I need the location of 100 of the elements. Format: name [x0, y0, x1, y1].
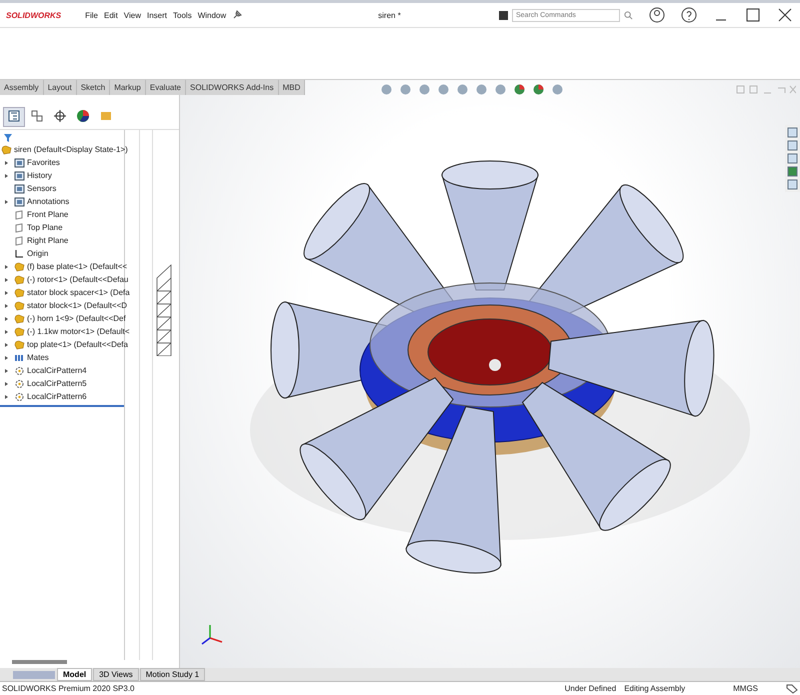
property-manager-icon — [30, 109, 44, 123]
tree-item[interactable]: Mates — [27, 353, 49, 362]
pattern-icon — [14, 366, 25, 376]
panel-tab[interactable] — [3, 107, 25, 127]
menu-item[interactable]: File — [85, 10, 98, 20]
command-icon — [499, 10, 508, 20]
tree-item[interactable]: Right Plane — [27, 236, 68, 245]
task-pane-icon[interactable] — [787, 179, 798, 190]
expand-arrow-icon[interactable] — [4, 276, 9, 282]
plane-icon — [14, 210, 25, 220]
filter-icon[interactable] — [3, 133, 15, 143]
tree-item[interactable]: Front Plane — [27, 210, 68, 219]
expand-arrow-icon[interactable] — [4, 368, 9, 374]
tree-item[interactable]: (-) horn 1<9> (Default<<Def — [27, 314, 126, 323]
view-tool-icon[interactable] — [513, 83, 526, 96]
command-tab[interactable]: Assembly — [0, 80, 44, 95]
plane-icon — [14, 236, 25, 246]
plane-icon — [14, 222, 25, 232]
view-tool-icon[interactable] — [532, 83, 545, 96]
status-text: Under Defined — [564, 684, 616, 693]
tree-item[interactable]: Annotations — [27, 197, 70, 206]
tree-item[interactable]: stator block spacer<1> (Defa — [27, 288, 130, 297]
model-tab[interactable]: Model — [57, 668, 92, 681]
expand-arrow-icon[interactable] — [4, 316, 9, 322]
folder-icon — [14, 170, 25, 180]
folder-icon — [14, 184, 25, 194]
tree-item[interactable]: (-) rotor<1> (Default<<Defau — [27, 275, 128, 284]
expand-arrow-icon[interactable] — [4, 302, 9, 308]
task-pane-icon[interactable] — [787, 166, 798, 177]
expand-arrow-icon[interactable] — [4, 380, 9, 386]
expand-arrow-icon[interactable] — [4, 328, 9, 334]
model-tab[interactable]: 3D Views — [93, 668, 139, 681]
command-tab[interactable]: Sketch — [76, 80, 110, 95]
tree-item[interactable]: (-) 1.1kw motor<1> (Default< — [27, 327, 130, 336]
part-icon — [14, 340, 25, 350]
command-tab[interactable]: Layout — [44, 80, 77, 95]
tree-item[interactable]: LocalCirPattern6 — [27, 392, 87, 401]
command-tab[interactable]: MBD — [278, 80, 306, 95]
task-pane-icon[interactable] — [787, 127, 798, 138]
horizontal-scrollbar[interactable] — [12, 660, 67, 664]
expand-arrow-icon[interactable] — [4, 354, 9, 360]
expand-arrow-icon[interactable] — [4, 264, 9, 270]
menu-item[interactable]: View — [124, 10, 141, 20]
tree-item[interactable]: Sensors — [27, 184, 56, 193]
menu-item[interactable]: Edit — [104, 10, 118, 20]
expand-arrow-icon[interactable] — [4, 160, 9, 166]
model-tab[interactable]: Motion Study 1 — [140, 668, 206, 681]
part-icon — [14, 288, 25, 298]
menu-item[interactable]: Insert — [147, 10, 168, 20]
tag-icon[interactable] — [786, 684, 798, 694]
window-title: siren * — [378, 10, 402, 20]
mates-icon — [14, 352, 25, 362]
help-icon[interactable] — [680, 6, 698, 24]
menu-item[interactable]: Window — [198, 10, 226, 20]
part-icon — [14, 314, 25, 324]
units-selector[interactable]: MMGS — [733, 684, 758, 693]
expand-arrow-icon[interactable] — [4, 290, 9, 296]
axis-triad-icon — [200, 622, 224, 646]
display-manager-icon — [99, 109, 113, 123]
tree-item[interactable]: LocalCirPattern5 — [27, 379, 87, 388]
pattern-icon — [14, 378, 25, 388]
search-icon — [624, 10, 633, 20]
folder-icon — [14, 158, 25, 168]
tree-item[interactable]: (f) base plate<1> (Default<< — [27, 262, 128, 271]
tree-item[interactable]: LocalCirPattern4 — [27, 366, 87, 375]
product-version: SOLIDWORKS Premium 2020 SP3.0 — [2, 684, 134, 693]
expand-arrow-icon[interactable] — [4, 198, 9, 204]
tree-item[interactable]: Top Plane — [27, 223, 63, 232]
command-tab[interactable]: Markup — [110, 80, 146, 95]
maximize-icon[interactable] — [744, 6, 762, 24]
app-logo: SOLIDWORKS — [6, 10, 62, 20]
task-pane-icon[interactable] — [787, 153, 798, 164]
expand-arrow-icon[interactable] — [4, 394, 9, 400]
status-text: Editing Assembly — [624, 684, 686, 693]
part-icon — [14, 300, 25, 310]
tree-item[interactable]: siren (Default<Display State-1>) — [14, 145, 128, 154]
user-icon[interactable] — [648, 6, 666, 24]
tree-item[interactable]: History — [27, 171, 52, 180]
config-manager-icon — [53, 109, 67, 123]
part-icon — [14, 326, 25, 336]
command-tab[interactable]: SOLIDWORKS Add-Ins — [186, 80, 279, 95]
pin-icon[interactable] — [232, 10, 242, 20]
tree-item[interactable]: Origin — [27, 249, 48, 258]
dim-manager-icon — [76, 109, 90, 123]
task-pane-icon[interactable] — [787, 140, 798, 151]
part-icon — [14, 274, 25, 284]
folder-icon — [14, 196, 25, 206]
origin-icon — [14, 248, 25, 258]
tree-item[interactable]: top plate<1> (Default<<Defa — [27, 340, 128, 349]
menu-item[interactable]: Tools — [173, 10, 192, 20]
tree-item[interactable]: stator block<1> (Default<<D — [27, 301, 128, 310]
pattern-icon — [14, 392, 25, 402]
part-icon — [14, 262, 25, 272]
tree-manager-icon — [7, 109, 21, 123]
close-icon[interactable] — [776, 6, 794, 24]
expand-arrow-icon[interactable] — [4, 342, 9, 348]
assembly-icon — [1, 144, 12, 154]
tree-item[interactable]: Favorites — [27, 158, 60, 167]
command-tab[interactable]: Evaluate — [146, 80, 186, 95]
expand-arrow-icon[interactable] — [4, 172, 9, 178]
